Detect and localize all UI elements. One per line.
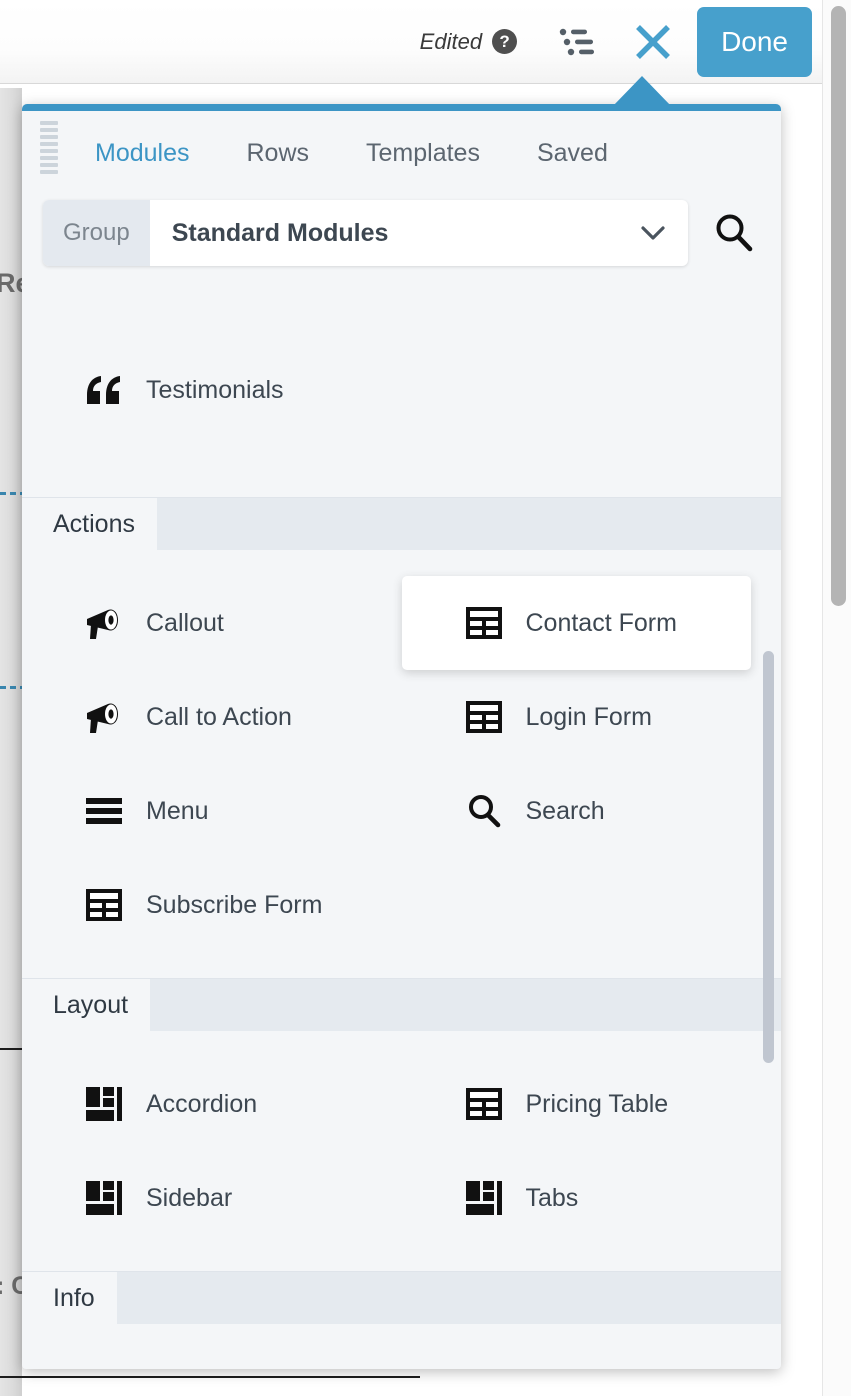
group-dropdown[interactable]: Standard Modules (150, 200, 688, 266)
module-item-login-form[interactable]: Login Form (402, 670, 782, 764)
megaphone-icon (84, 697, 124, 737)
module-item-label: Accordion (146, 1089, 258, 1118)
quote-icon (84, 370, 124, 410)
background-black-rule (0, 1048, 22, 1050)
module-item-label: Pricing Table (525, 1089, 669, 1118)
table-form-icon (84, 885, 124, 925)
search-icon (464, 791, 504, 831)
megaphone-icon (84, 603, 124, 643)
layout-columns-icon (84, 1178, 124, 1218)
module-item-tabs[interactable]: Tabs (402, 1151, 782, 1245)
panel-pointer-arrow (612, 76, 672, 107)
module-item-label: Call to Action (146, 702, 292, 731)
module-list[interactable]: Testimonials Actions Callout Contact Form Ca… (22, 271, 781, 1361)
module-section-title: Info (22, 1272, 117, 1324)
background-bottom-rule (0, 1376, 420, 1378)
module-item-label: Subscribe Form (146, 890, 323, 919)
table-form-icon (464, 697, 504, 737)
outline-list-icon[interactable] (557, 25, 601, 59)
search-icon[interactable] (710, 209, 758, 257)
layout-columns-icon (464, 1178, 504, 1218)
help-circle-icon[interactable]: ? (492, 29, 518, 54)
module-section-title: Actions (22, 498, 157, 550)
tab-rows[interactable]: Rows (241, 133, 316, 174)
module-item-label: Callout (146, 608, 224, 637)
chevron-down-icon (640, 225, 666, 241)
group-filter-row: Group Standard Modules (22, 195, 781, 271)
module-item-label: Search (525, 796, 605, 825)
module-item-label: Contact Form (525, 608, 677, 637)
module-item-label: Menu (146, 796, 209, 825)
group-tag-label: Group (43, 200, 150, 266)
module-section-body-layout: Accordion Pricing Table Sidebar Tabs (22, 1031, 781, 1271)
module-item-label: Testimonials (146, 375, 284, 404)
tab-modules[interactable]: Modules (89, 133, 196, 174)
module-section-body-info: CountdownNumber Counter (22, 1324, 781, 1361)
module-section-body-actions: Callout Contact Form Call to Action Login F… (22, 550, 781, 978)
module-item-number-counter[interactable]: Number Counter (402, 1350, 782, 1361)
module-item-subscribe-form[interactable]: Subscribe Form (22, 858, 402, 952)
tab-templates[interactable]: Templates (360, 133, 486, 174)
module-item-testimonials[interactable]: Testimonials (22, 343, 402, 437)
module-item-menu[interactable]: Menu (22, 764, 402, 858)
table-form-icon (464, 603, 504, 643)
browser-scrollbar-track[interactable] (822, 0, 851, 1396)
drag-handle-icon[interactable] (40, 121, 58, 174)
module-section-header-actions: Actions (22, 497, 781, 550)
group-selected-value: Standard Modules (171, 218, 389, 247)
module-item-label: Login Form (525, 702, 652, 731)
done-button[interactable]: Done (697, 6, 812, 77)
table-form-icon (464, 1084, 504, 1124)
module-item-pricing-table[interactable]: Pricing Table (402, 1057, 782, 1151)
module-item-call-to-action[interactable]: Call to Action (22, 670, 402, 764)
panel-tab-bar: Modules Rows Templates Saved (22, 111, 781, 195)
module-section-header-info: Info (22, 1271, 781, 1324)
editor-toolbar: Edited ? Done (0, 0, 822, 84)
module-item-label: Sidebar (146, 1183, 233, 1212)
module-section-title: Layout (22, 979, 151, 1031)
group-select-control[interactable]: Group Standard Modules (43, 200, 688, 266)
close-x-icon[interactable] (631, 20, 675, 64)
hamburger-menu-icon (84, 791, 124, 831)
edited-status-label: Edited (419, 28, 483, 54)
module-item-contact-form[interactable]: Contact Form (401, 576, 751, 670)
module-picker-panel: Modules Rows Templates Saved Group Standard… (22, 104, 781, 1369)
module-section-body-top: Testimonials (22, 271, 781, 497)
module-item-accordion[interactable]: Accordion (22, 1057, 402, 1151)
module-item-search[interactable]: Search (402, 764, 782, 858)
panel-scrollbar[interactable] (763, 651, 774, 1063)
module-item-callout[interactable]: Callout (22, 576, 402, 670)
module-section-header-layout: Layout (22, 978, 781, 1031)
layout-columns-icon (84, 1084, 124, 1124)
tab-saved[interactable]: Saved (531, 133, 614, 174)
module-item-countdown[interactable]: Countdown (22, 1350, 402, 1361)
module-item-label: Tabs (525, 1183, 579, 1212)
module-item-sidebar[interactable]: Sidebar (22, 1151, 402, 1245)
browser-scrollbar-thumb[interactable] (831, 6, 846, 606)
